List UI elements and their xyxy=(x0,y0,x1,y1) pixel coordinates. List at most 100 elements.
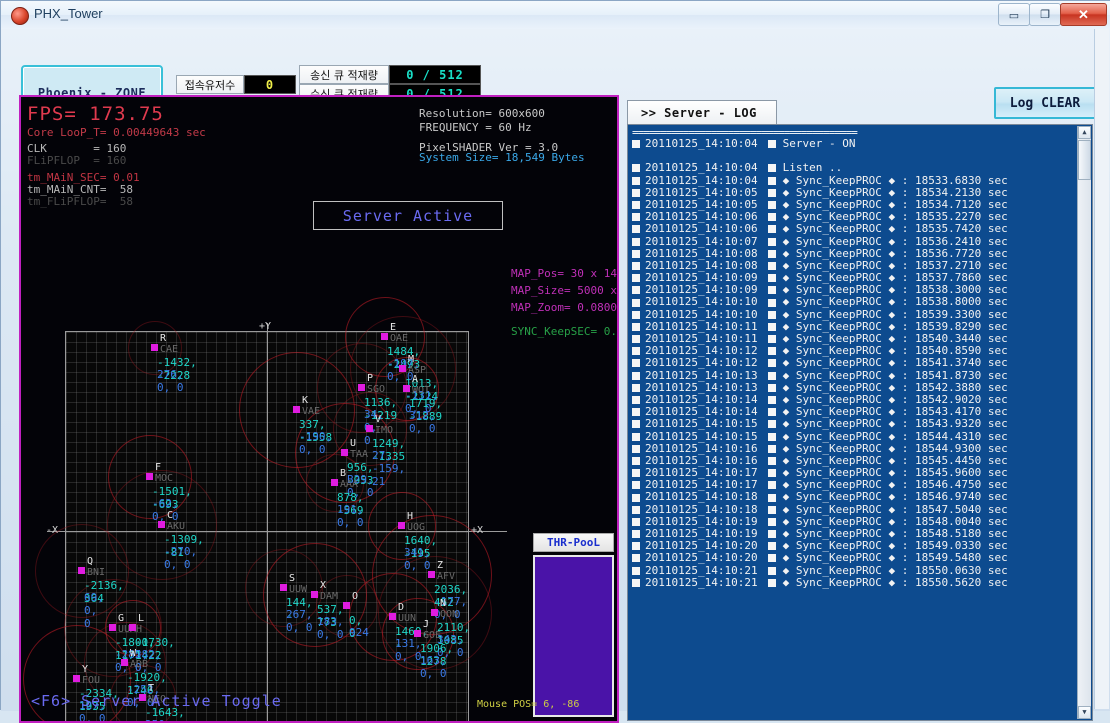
log-row-marker xyxy=(767,505,776,514)
log-row-checkbox[interactable] xyxy=(632,335,640,344)
log-row-checkbox[interactable] xyxy=(632,396,640,405)
log-row-marker xyxy=(767,347,776,356)
log-row-checkbox[interactable] xyxy=(632,517,640,526)
log-row[interactable]: 20110125_14:10:06 ◆ Sync_KeepPROC ◆ : 185… xyxy=(632,223,1078,235)
map-node-dot xyxy=(109,624,116,631)
map-node-dot xyxy=(389,613,396,620)
log-row-checkbox[interactable] xyxy=(632,213,640,222)
map-zoom-readout: MAP_Zoom= 0.080000 xyxy=(511,301,617,314)
scroll-thumb[interactable] xyxy=(1078,140,1091,180)
log-row-checkbox[interactable] xyxy=(632,566,640,575)
log-row-checkbox[interactable] xyxy=(632,176,640,185)
minimize-button[interactable]: ▭ xyxy=(998,3,1030,26)
log-row[interactable]: 20110125_14:10:20 ◆ Sync_KeepPROC ◆ : 185… xyxy=(632,552,1078,564)
server-log-list[interactable]: ========================================… xyxy=(627,124,1093,721)
log-message: ◆ Sync_KeepPROC ◆ : 18533.6830 sec xyxy=(782,173,1008,187)
map-node-dot xyxy=(280,584,287,591)
map-node-id: E xyxy=(390,322,397,333)
log-row-checkbox[interactable] xyxy=(632,420,640,429)
log-row-checkbox[interactable] xyxy=(632,530,640,539)
log-row[interactable]: 20110125_14:10:21 ◆ Sync_KeepPROC ◆ : 185… xyxy=(632,564,1078,577)
log-row-checkbox[interactable] xyxy=(632,505,640,514)
log-row-checkbox[interactable] xyxy=(632,554,640,563)
scroll-up-icon[interactable]: ▲ xyxy=(1078,126,1091,139)
log-row[interactable]: 20110125_14:10:18 ◆ Sync_KeepPROC ◆ : 185… xyxy=(632,503,1078,516)
map-node-id: G xyxy=(118,613,125,624)
log-row-marker xyxy=(767,493,776,502)
log-row-checkbox[interactable] xyxy=(632,578,640,587)
log-row[interactable]: 20110125_14:10:04 Listen .. xyxy=(632,162,1078,174)
log-row-marker xyxy=(767,298,776,307)
log-message: ◆ Sync_KeepPROC ◆ : 18550.5620 sec xyxy=(782,575,1008,589)
log-row-checkbox[interactable] xyxy=(632,383,640,392)
log-row[interactable]: 20110125_14:10:10 ◆ Sync_KeepPROC ◆ : 185… xyxy=(632,296,1078,308)
log-row-checkbox[interactable] xyxy=(632,542,640,551)
map-node-dot xyxy=(331,479,338,486)
map-node-id: D xyxy=(398,602,405,613)
log-row-checkbox[interactable] xyxy=(632,298,640,307)
log-row[interactable]: 20110125_14:10:13 ◆ Sync_KeepPROC ◆ : 185… xyxy=(632,369,1078,382)
log-row-checkbox[interactable] xyxy=(632,456,640,465)
render-panel[interactable]: FPS= 173.75 Core LooP_T= 0.00449643 sec … xyxy=(19,95,619,723)
log-row[interactable]: 20110125_14:10:07 ◆ Sync_KeepPROC ◆ : 185… xyxy=(632,235,1078,248)
log-row-checkbox[interactable] xyxy=(632,188,640,197)
log-row-checkbox[interactable] xyxy=(632,493,640,502)
window-scrollbar[interactable] xyxy=(1094,29,1109,709)
log-row[interactable]: 20110125_14:10:12 ◆ Sync_KeepPROC ◆ : 185… xyxy=(632,357,1078,369)
maximize-button[interactable]: ❐ xyxy=(1029,3,1061,26)
map-node-code: UUW xyxy=(289,584,308,595)
log-row[interactable]: 20110125_14:10:15 ◆ Sync_KeepPROC ◆ : 185… xyxy=(632,418,1078,430)
log-timestamp: 20110125_14:10:04 xyxy=(645,161,758,175)
map-node-id: J xyxy=(423,619,430,630)
log-timestamp: 20110125_14:10:06 xyxy=(645,222,758,236)
map-node-code: GOE xyxy=(423,630,442,641)
log-row-checkbox[interactable] xyxy=(632,286,640,295)
log-row-checkbox[interactable] xyxy=(632,444,640,453)
map-node-velocity: -270, 0, 0 xyxy=(164,545,198,571)
log-row-marker xyxy=(767,164,776,173)
log-row-checkbox[interactable] xyxy=(632,237,640,246)
log-timestamp: 20110125_14:10:15 xyxy=(645,417,758,431)
map-node-code: IMO xyxy=(375,425,394,436)
log-row-checkbox[interactable] xyxy=(632,408,640,417)
title-bar: PHX_Tower ▭ ❐ ✕ xyxy=(1,1,1110,30)
log-row-checkbox[interactable] xyxy=(632,140,640,149)
render-surface[interactable]: FPS= 173.75 Core LooP_T= 0.00449643 sec … xyxy=(21,97,617,721)
log-row-checkbox[interactable] xyxy=(632,322,640,331)
log-row-checkbox[interactable] xyxy=(632,469,640,478)
log-row-checkbox[interactable] xyxy=(632,432,640,441)
log-row[interactable]: 20110125_14:10:10 ◆ Sync_KeepPROC ◆ : 185… xyxy=(632,308,1078,321)
log-clear-button[interactable]: Log CLEAR xyxy=(994,87,1096,119)
tab-server-log[interactable]: >> Server - LOG xyxy=(627,100,777,125)
scroll-down-icon[interactable]: ▼ xyxy=(1078,706,1091,719)
log-scrollbar[interactable]: ▲ ▼ xyxy=(1077,126,1091,719)
map-node-velocity: -62, 0, 0 xyxy=(152,497,179,523)
map-node-code: AFV xyxy=(437,571,456,582)
log-row[interactable]: 20110125_14:10:21 ◆ Sync_KeepPROC ◆ : 185… xyxy=(632,575,1078,589)
log-row-checkbox[interactable] xyxy=(632,274,640,283)
map-node-dot xyxy=(399,365,406,372)
log-row-checkbox[interactable] xyxy=(632,261,640,270)
log-row-checkbox[interactable] xyxy=(632,225,640,234)
log-row-checkbox[interactable] xyxy=(632,347,640,356)
log-row-checkbox[interactable] xyxy=(632,249,640,258)
log-message: ◆ Sync_KeepPROC ◆ : 18549.5480 sec xyxy=(782,551,1008,565)
map-node-code: OON xyxy=(440,609,459,620)
log-row-checkbox[interactable] xyxy=(632,359,640,368)
log-message: ◆ Sync_KeepPROC ◆ : 18538.8000 sec xyxy=(782,295,1008,309)
flipflop-readout: FLiPFLOP = 160 xyxy=(27,154,127,167)
log-row-marker xyxy=(767,310,776,319)
log-row[interactable]: 20110125_14:10:04 Server - ON xyxy=(632,137,1078,150)
log-row-checkbox[interactable] xyxy=(632,371,640,380)
log-row[interactable]: 20110125_14:10:15 ◆ Sync_KeepPROC ◆ : 185… xyxy=(632,430,1078,443)
close-button[interactable]: ✕ xyxy=(1060,3,1107,26)
log-row-marker xyxy=(767,408,776,417)
log-row[interactable]: 20110125_14:10:18 ◆ Sync_KeepPROC ◆ : 185… xyxy=(632,491,1078,503)
log-row-checkbox[interactable] xyxy=(632,201,640,210)
log-row-checkbox[interactable] xyxy=(632,310,640,319)
log-row-checkbox[interactable] xyxy=(632,481,640,490)
log-row-marker xyxy=(767,322,776,331)
log-row-checkbox[interactable] xyxy=(632,164,640,173)
application-window: PHX_Tower ▭ ❐ ✕ Phoenix - ZONE 접속유저수 0 송… xyxy=(0,0,1110,723)
log-row[interactable]: 20110125_14:10:04 ◆ Sync_KeepPROC ◆ : 185… xyxy=(632,173,1078,187)
